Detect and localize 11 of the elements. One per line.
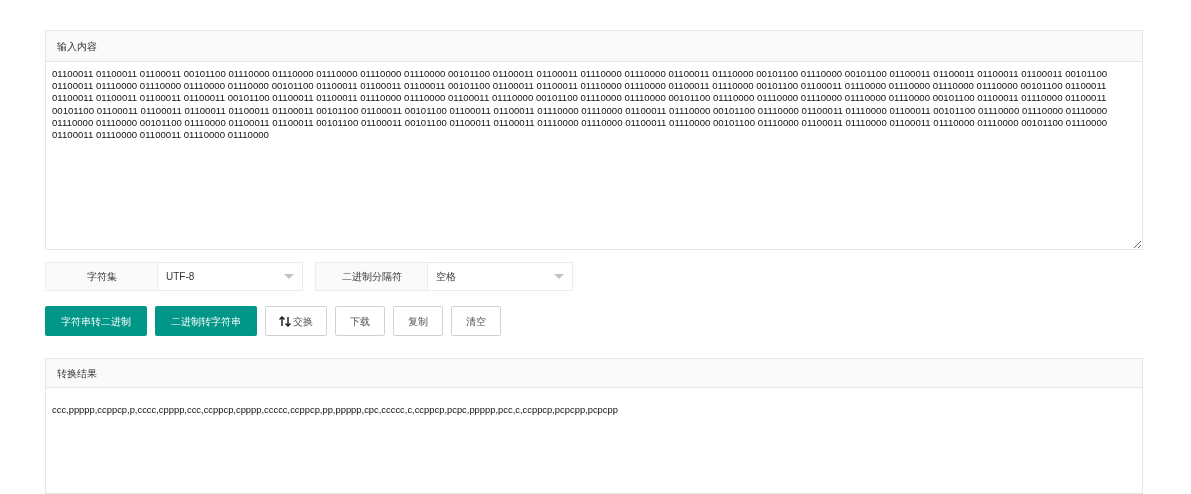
- convert-button[interactable]: 字符串转二进制: [45, 306, 147, 336]
- action-button[interactable]: 清空: [451, 306, 501, 336]
- panel-title: 输入内容: [45, 30, 1143, 62]
- action-button[interactable]: 复制: [393, 306, 443, 336]
- result-text: ccc,ppppp,ccppcp,p,cccc,cpppp,ccc,ccppcp,cpppp,ccccc,ccppcp,pp,ppppp,cpc,ccccc,c,ccppcp,pcpc,ppppp,pcc,c,ccppcp,pcpcpp,pcpcpp: [52, 404, 618, 415]
- action-button[interactable]: 下载: [335, 306, 385, 336]
- swap-arrows-icon: [279, 315, 291, 327]
- panel-title: 转换结果: [46, 359, 1142, 388]
- input-field[interactable]: 01100011 01100011 01100011 00101100 01110000 01110000 01110000 01110000 01110000 00101100 01100011 01100011 01110000 01110000 01100011 01110000 00101100 01110000 00101100 01100011 01100011 01100011 01100011 00101100 01100011 01110000 01110000 01110000 01110000 00101100 01100011 01100011 01100011 00101100 01100011 01100011 01110000 01110000 01100011 01110000 00101100 01100011 01110000 01110000 01110000 01110000 00101100 01100011 01100011 01100011 01100011 01100011 00101100 01100011 01100011 01110000 01110000 01100011 01110000 00101100 01110000 01110000 00101100 01110000 01110000 01110000 01110000 01110000 00101100 01100011 01110000 01100011 00101100 01100011 01100011 01100011 01100011 01100011 00101100 01100011 00101100 01100011 01100011 01110000 01110000 01100011 01110000 00101100 01110000 01100011 01110000 01100011 00101100 01110000 01110000 01110000 01110000 01110000 00101100 01110000 01100011 01100011 00101100 01100011 00101100 01100011 01100011 01110000 01110000 01100011 01110000 00101100 01110000 01100011 01110000 01100011 01110000 01110000 00101100 01110000 01100011 01110000 01100011 01110000 01110000: [45, 62, 1143, 250]
- convert-button[interactable]: 二进制转字符串: [155, 306, 257, 336]
- swap-button[interactable]: 交换: [265, 306, 327, 336]
